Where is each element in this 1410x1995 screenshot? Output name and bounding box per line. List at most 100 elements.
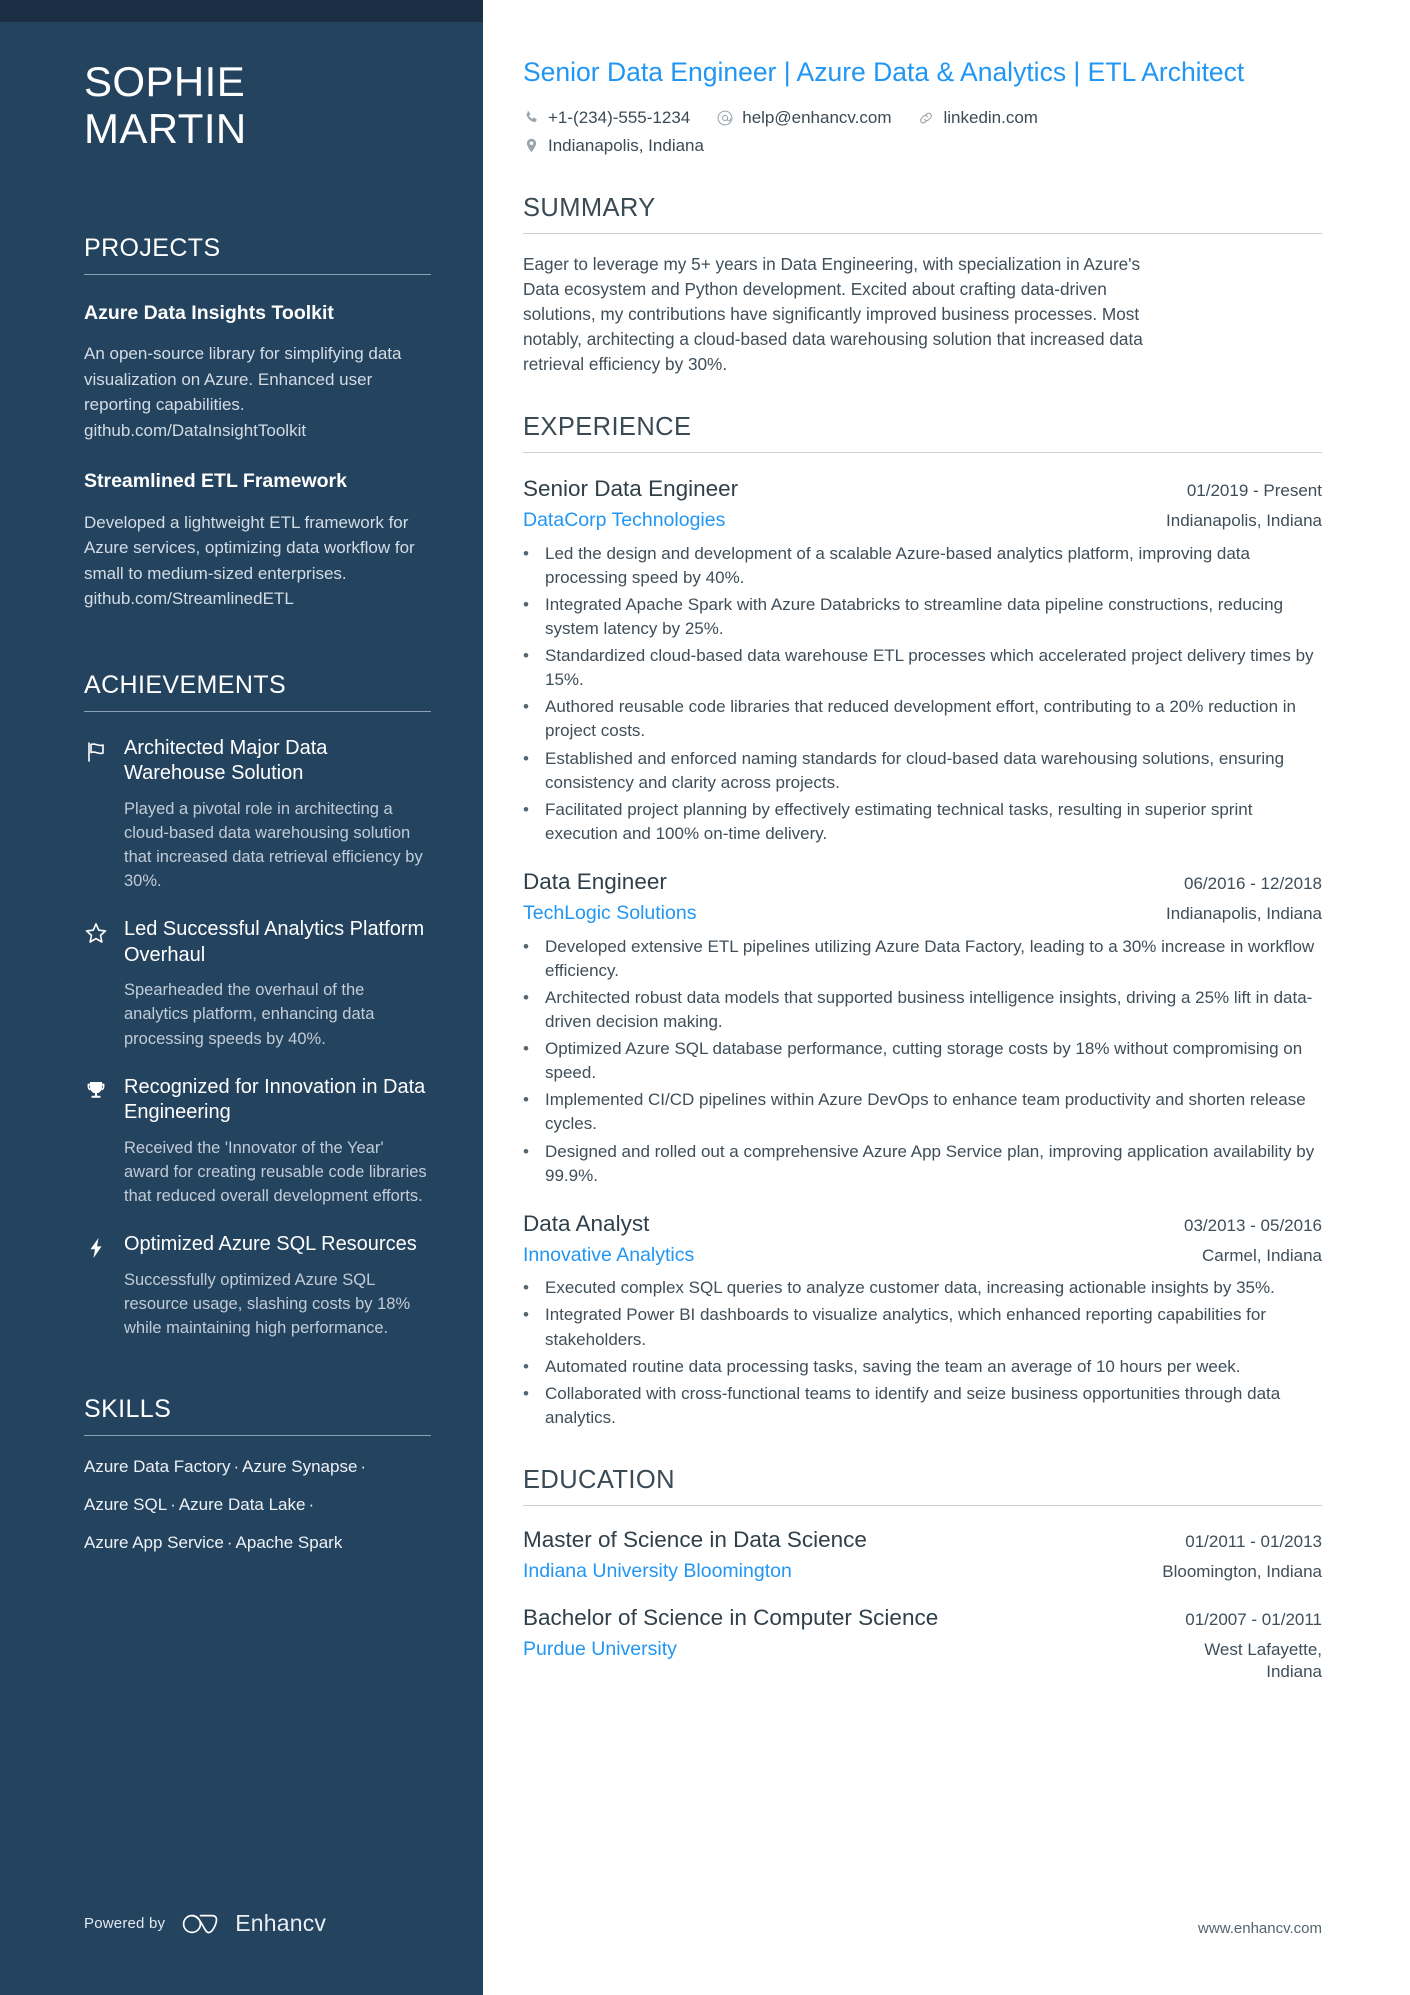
bullet-item: • Established and enforced naming standar…: [523, 747, 1322, 795]
education-section: EDUCATION Master of Science in Data Scie…: [523, 1466, 1322, 1683]
skill-row: Azure Data Factory · Azure Synapse ·: [84, 1456, 367, 1476]
bullet-dot: •: [523, 1305, 529, 1325]
skill-tag: Azure Synapse: [242, 1456, 358, 1476]
summary-divider: [523, 232, 1322, 234]
project-description: Developed a lightweight ETL framework fo…: [84, 512, 415, 609]
main-column: Senior Data Engineer | Azure Data & Anal…: [483, 0, 1410, 1995]
achievement-title: Architected Major Data Warehouse Solutio…: [124, 736, 328, 785]
contact-phone-text: +1-(234)-555-1234: [548, 107, 691, 127]
experience-role: Data Engineer: [523, 869, 667, 895]
experience-role: Senior Data Engineer: [523, 476, 739, 502]
achievements-section-title: ACHIEVEMENTS: [84, 670, 287, 699]
bullet-dot: •: [523, 1278, 529, 1298]
bullet-text: Developed extensive ETL pipelines utiliz…: [545, 936, 1315, 980]
bullet-item: • Collaborated with cross-functional team…: [523, 1382, 1322, 1430]
resume-page: SOPHIE MARTIN PROJECTS Azure Data Insigh…: [0, 0, 1410, 1995]
bullet-dot: •: [523, 594, 529, 614]
flag-icon: [84, 736, 110, 894]
experience-item: Senior Data Engineer 01/2019 - Present D…: [523, 475, 1322, 846]
achievement-description: Received the 'Innovator of the Year' awa…: [124, 1138, 427, 1205]
enhancv-logo: Enhancv: [181, 1910, 326, 1937]
achievement-title: Optimized Azure SQL Resources: [124, 1233, 417, 1255]
experience-company[interactable]: Innovative Analytics: [523, 1243, 694, 1267]
education-location: West Lafayette, Indiana: [1204, 1639, 1322, 1681]
experience-section: EXPERIENCE Senior Data Engineer 01/2019 …: [523, 413, 1322, 1430]
contact-row: +1-(234)-555-1234 help@enhancv.com linke…: [523, 106, 1322, 130]
skills-section-title: SKILLS: [84, 1394, 172, 1423]
bullet-dot: •: [523, 697, 529, 717]
bullet-item: • Developed extensive ETL pipelines utili…: [523, 935, 1322, 983]
skills-list: Azure Data Factory · Azure Synapse · Azure …: [84, 1456, 431, 1554]
skill-tag: Azure App Service: [84, 1533, 224, 1553]
achievement-item: Optimized Azure SQL Resources Successful…: [84, 1232, 431, 1340]
skills-divider: [84, 1434, 431, 1436]
skill-row: Azure SQL · Azure Data Lake ·: [84, 1494, 315, 1514]
education-divider: [523, 1505, 1322, 1507]
bullet-text: Standardized cloud-based data warehouse …: [545, 646, 1314, 690]
achievement-item: Architected Major Data Warehouse Solutio…: [84, 736, 431, 894]
bullet-text: Automated routine data processing tasks,…: [545, 1356, 1241, 1376]
star-icon: [84, 917, 110, 1050]
trophy-icon: [84, 1075, 110, 1208]
candidate-first-name: SOPHIE: [84, 58, 246, 105]
achievement-title: Recognized for Innovation in Data Engine…: [124, 1075, 426, 1124]
education-school[interactable]: Indiana University Bloomington: [523, 1559, 792, 1583]
achievements-section: ACHIEVEMENTS Architected Major Data Ware…: [84, 670, 431, 1340]
bullet-text: Collaborated with cross-functional teams…: [545, 1383, 1281, 1427]
projects-divider: [84, 273, 431, 275]
experience-company[interactable]: DataCorp Technologies: [523, 508, 725, 532]
bullet-text: Authored reusable code libraries that re…: [545, 697, 1296, 741]
email-icon: [717, 110, 733, 126]
projects-section-title: PROJECTS: [84, 233, 221, 262]
bullet-dot: •: [523, 799, 529, 819]
skills-section: SKILLS Azure Data Factory · Azure Synapse ·…: [84, 1394, 431, 1554]
bullet-dot: •: [523, 1356, 529, 1376]
bullet-item: • Authored reusable code libraries that r…: [523, 695, 1322, 743]
experience-location: Indianapolis, Indiana: [1166, 904, 1322, 924]
experience-location: Carmel, Indiana: [1201, 1245, 1322, 1265]
bullet-item: • Integrated Apache Spark with Azure Data…: [523, 593, 1322, 641]
bullet-dot: •: [523, 748, 529, 768]
main-footer-url: www.enhancv.com: [1198, 1920, 1322, 1937]
experience-company[interactable]: TechLogic Solutions: [523, 901, 696, 925]
bullet-item: • Facilitated project planning by effecti…: [523, 798, 1322, 846]
contact-location: Indianapolis, Indiana: [523, 134, 704, 158]
bullet-text: Designed and rolled out a comprehensive …: [545, 1141, 1315, 1185]
experience-bullets: • Led the design and development of a sca…: [523, 542, 1322, 847]
skill-tag: Apache Spark: [235, 1533, 343, 1553]
contact-row: Indianapolis, Indiana: [523, 134, 1322, 158]
experience-divider: [523, 452, 1322, 454]
bullet-item: • Integrated Power BI dashboards to visua…: [523, 1303, 1322, 1351]
powered-by-label: Powered by: [84, 1915, 166, 1932]
project-title: Streamlined ETL Framework: [84, 470, 347, 493]
skill-tag: Azure SQL: [84, 1494, 168, 1514]
skill-row: Azure App Service · Apache Spark: [84, 1533, 343, 1553]
education-degree: Bachelor of Science in Computer Science: [523, 1604, 939, 1630]
bullet-text: Executed complex SQL queries to analyze …: [545, 1278, 1275, 1298]
contact-phone[interactable]: +1-(234)-555-1234: [523, 106, 690, 130]
experience-section-title: EXPERIENCE: [523, 413, 692, 442]
bullet-item: • Designed and rolled out a comprehensive…: [523, 1140, 1322, 1188]
contact-location-text: Indianapolis, Indiana: [548, 135, 704, 155]
projects-section: PROJECTS Azure Data Insights Toolkit An …: [84, 233, 431, 612]
bullet-item: • Led the design and development of a sca…: [523, 542, 1322, 590]
summary-text: Eager to leverage my 5+ years in Data En…: [523, 253, 1143, 374]
bullet-text: Integrated Apache Spark with Azure Datab…: [545, 594, 1284, 638]
achievement-item: Recognized for Innovation in Data Engine…: [84, 1075, 431, 1208]
skill-tag: Azure Data Lake: [178, 1494, 306, 1514]
education-degree: Master of Science in Data Science: [523, 1527, 867, 1553]
bullet-text: Established and enforced naming standard…: [545, 748, 1285, 792]
education-school[interactable]: Purdue University: [523, 1637, 677, 1661]
bullet-text: Integrated Power BI dashboards to visual…: [545, 1305, 1267, 1349]
contact-linkedin[interactable]: linkedin.com: [917, 106, 1038, 130]
experience-item: Data Analyst 03/2013 - 05/2016 Innovativ…: [523, 1210, 1322, 1430]
experience-item: Data Engineer 06/2016 - 12/2018 TechLogi…: [523, 868, 1322, 1188]
experience-date: 01/2019 - Present: [1186, 481, 1322, 501]
project-title: Azure Data Insights Toolkit: [84, 301, 334, 324]
summary-section-title: SUMMARY: [523, 193, 656, 222]
bullet-text: Optimized Azure SQL database performance…: [545, 1039, 1303, 1083]
bullet-item: • Standardized cloud-based data warehouse…: [523, 644, 1322, 692]
bullet-dot: •: [523, 1141, 529, 1161]
education-item: Master of Science in Data Science 01/201…: [523, 1526, 1322, 1584]
contact-email[interactable]: help@enhancv.com: [716, 106, 891, 130]
